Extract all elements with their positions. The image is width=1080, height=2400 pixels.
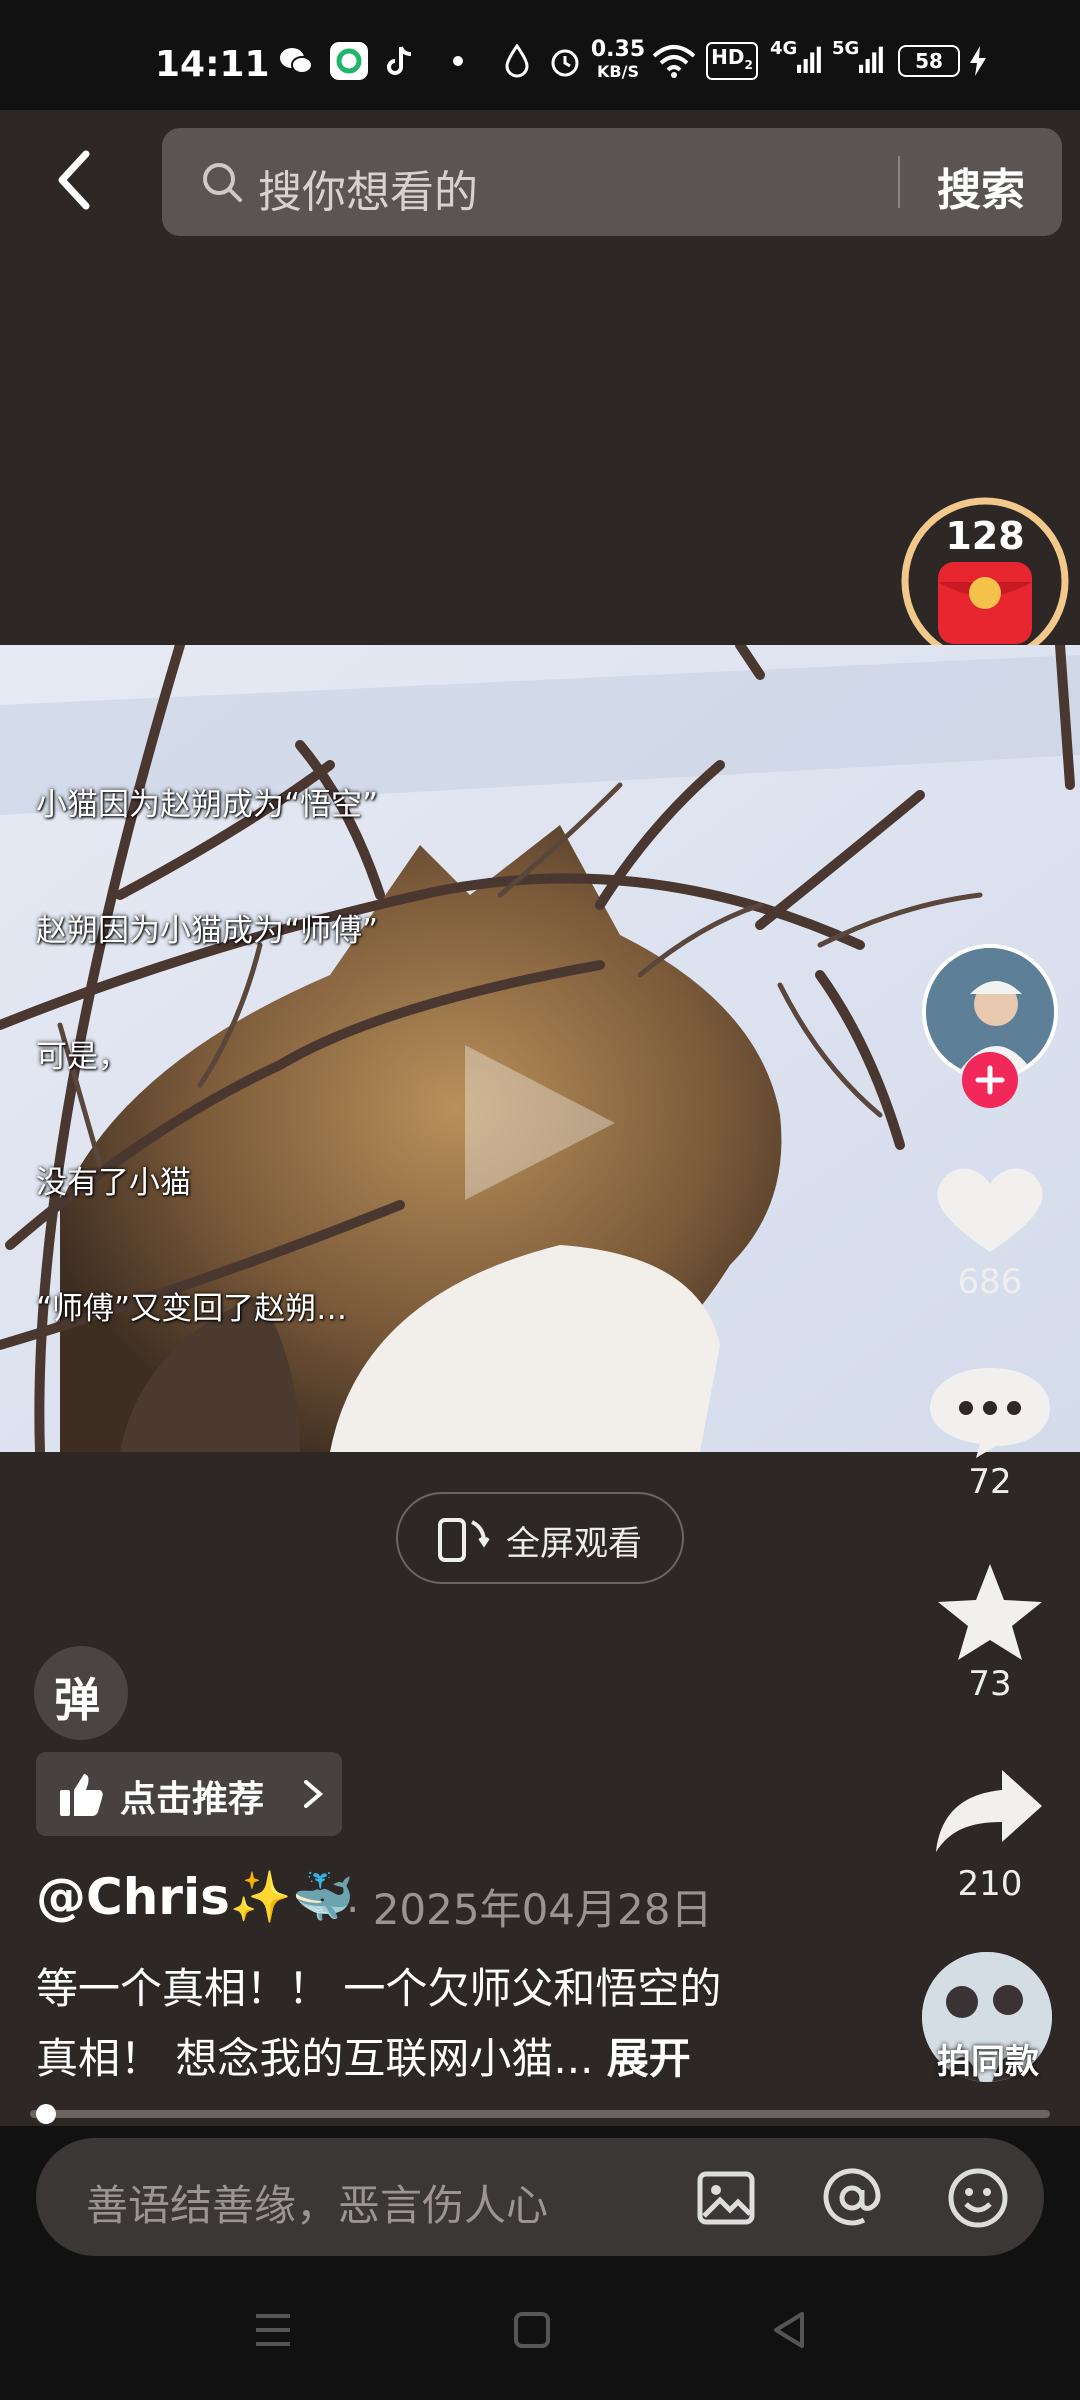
chevron-right-icon: [304, 1780, 324, 1808]
star-icon: [938, 1564, 1042, 1660]
share-arrow-icon: [936, 1770, 1042, 1852]
emoji-icon[interactable]: [946, 2166, 1010, 2230]
recommend-button[interactable]: 点击推荐: [36, 1752, 342, 1836]
description-line: 真相！ 想念我的互联网小猫...: [36, 2034, 594, 2083]
expand-button[interactable]: 展开: [607, 2034, 691, 2083]
danmu-label: 弹: [54, 1673, 100, 1727]
fullscreen-label: 全屏观看: [506, 1524, 642, 1564]
search-input[interactable]: 搜你想看的: [258, 156, 478, 220]
comment-input[interactable]: 善语结善缘，恶言伤人心: [36, 2138, 1044, 2256]
video-overlay-caption: 小猫因为赵朔成为“悟空” 赵朔因为小猫成为“师傅” 可是， 没有了小猫 “师傅”…: [36, 700, 378, 1414]
same-style-button[interactable]: 拍同款: [920, 1950, 1056, 2086]
net-speed-unit: KB/S: [597, 62, 639, 81]
favorite-count: 73: [968, 1664, 1012, 1704]
red-packet-widget[interactable]: 128: [900, 496, 1070, 666]
fullscreen-button[interactable]: 全屏观看: [396, 1492, 684, 1584]
caption-line: 可是，: [36, 1039, 129, 1075]
battery-level: 58: [898, 45, 960, 77]
description-line: 等一个真相！！ 一个欠师父和悟空的: [36, 1964, 722, 2013]
comment-button[interactable]: 72: [920, 1358, 1060, 1508]
alarm-icon: [547, 38, 583, 84]
post-description: 等一个真相！！ 一个欠师父和悟空的 真相！ 想念我的互联网小猫... 展开: [36, 1954, 936, 2094]
search-bar[interactable]: 搜你想看的 搜索: [162, 128, 1062, 236]
status-bar: 14:11 0.35 KB/S HD2 4G 5G 58: [0, 0, 1080, 110]
tiktok-icon: [385, 38, 415, 84]
plus-icon: [975, 1065, 1005, 1095]
recommend-label: 点击推荐: [120, 1779, 265, 1820]
video-progress-bar[interactable]: [30, 2110, 1050, 2118]
net-speed-value: 0.35: [590, 37, 646, 62]
search-icon: [203, 163, 242, 202]
like-count: 686: [957, 1262, 1023, 1302]
app-green-icon: [330, 38, 368, 84]
comment-bubble-icon: [930, 1368, 1050, 1458]
dot-icon: [452, 38, 464, 84]
caption-line: “师傅”又变回了赵朔…: [36, 1291, 348, 1327]
like-button[interactable]: 686: [920, 1158, 1060, 1308]
caption-line: 赵朔因为小猫成为“师傅”: [36, 913, 379, 949]
follow-button[interactable]: [962, 1052, 1018, 1108]
red-packet-count: 128: [945, 514, 1025, 558]
search-button[interactable]: 搜索: [937, 154, 1025, 218]
thumbs-up-icon: [60, 1774, 103, 1816]
share-button[interactable]: 210: [920, 1760, 1060, 1910]
signal-5g-icon: 5G: [832, 38, 884, 84]
hd-sub: 2: [744, 58, 753, 72]
net-speed: 0.35 KB/S: [590, 38, 646, 84]
wechat-icon: [278, 38, 314, 84]
home-icon[interactable]: [512, 2310, 552, 2350]
back-nav-icon[interactable]: [770, 2310, 810, 2350]
author-name[interactable]: @Chris✨🐳: [36, 1868, 354, 1927]
favorite-button[interactable]: 73: [920, 1560, 1060, 1710]
video-player[interactable]: 小猫因为赵朔成为“悟空” 赵朔因为小猫成为“师傅” 可是， 没有了小猫 “师傅”…: [0, 645, 1080, 1452]
heart-icon: [937, 1168, 1043, 1252]
rotate-phone-icon: [438, 1518, 490, 1562]
comment-placeholder: 善语结善缘，恶言伤人心: [86, 2181, 549, 2230]
menu-icon[interactable]: [252, 2310, 294, 2350]
at-mention-icon[interactable]: [820, 2166, 884, 2230]
back-button[interactable]: [40, 140, 110, 220]
wifi-icon: [652, 38, 696, 84]
chevron-left-icon: [58, 150, 90, 210]
charging-icon: [968, 38, 988, 84]
danmu-toggle[interactable]: 弹: [34, 1646, 128, 1740]
battery-icon: 58: [896, 38, 962, 84]
drop-icon: [502, 38, 532, 84]
post-date: · 2025年04月28日: [346, 1885, 713, 1934]
comment-count: 72: [968, 1462, 1012, 1502]
search-divider: [898, 156, 900, 208]
progress-handle[interactable]: [36, 2104, 56, 2124]
share-count: 210: [957, 1864, 1023, 1904]
caption-line: 小猫因为赵朔成为“悟空”: [36, 787, 379, 823]
hd-text: HD: [711, 45, 745, 69]
hd-icon: HD2: [706, 38, 758, 84]
caption-line: 没有了小猫: [36, 1165, 191, 1201]
signal-4g-icon: 4G: [770, 38, 822, 84]
status-time: 14:11: [155, 44, 270, 85]
image-icon[interactable]: [696, 2168, 756, 2228]
sig1-label: 4G: [770, 38, 798, 59]
same-style-label: 拍同款: [937, 2042, 1039, 2082]
sig2-label: 5G: [832, 38, 860, 59]
